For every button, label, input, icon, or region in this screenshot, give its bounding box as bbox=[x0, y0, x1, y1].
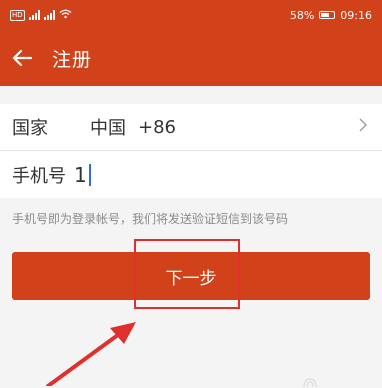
watermark-mark bbox=[303, 378, 317, 388]
annotation-arrow bbox=[46, 322, 136, 386]
